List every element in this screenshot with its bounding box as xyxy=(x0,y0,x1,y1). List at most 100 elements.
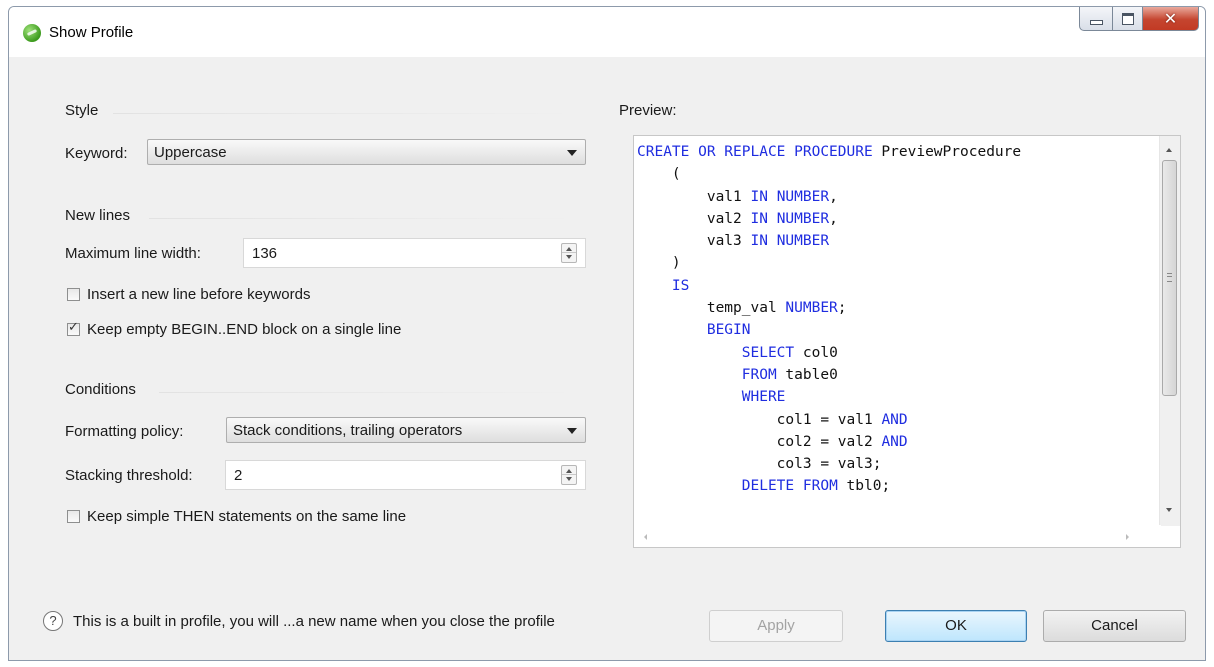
stepper-up-icon xyxy=(566,469,572,473)
max-line-width-stepper[interactable] xyxy=(561,243,577,263)
code-text: val1 xyxy=(637,188,751,205)
code-line: val3 IN NUMBER xyxy=(637,230,1021,252)
code-keyword: IN NUMBER xyxy=(750,188,830,205)
code-keyword: AND xyxy=(881,433,908,450)
code-keyword: IN NUMBER xyxy=(750,233,830,250)
code-line: CREATE OR REPLACE PROCEDURE PreviewProce… xyxy=(637,141,1021,163)
code-line: BEGIN xyxy=(637,319,1021,341)
dialog-content: Style Keyword: Uppercase New lines Maxim… xyxy=(9,57,1205,660)
scroll-down-icon[interactable] xyxy=(1166,508,1172,512)
code-line: IS xyxy=(637,275,1021,297)
chevron-down-icon xyxy=(567,428,577,434)
scroll-left-icon[interactable] xyxy=(644,534,647,540)
stepper-up-icon xyxy=(566,247,572,251)
code-keyword: FROM xyxy=(741,366,777,383)
stepper-down-icon xyxy=(566,477,572,481)
formatting-policy-value: Stack conditions, trailing operators xyxy=(233,422,463,439)
conditions-section-title: Conditions xyxy=(65,381,136,398)
code-line: temp_val NUMBER; xyxy=(637,297,1021,319)
keyword-select-value: Uppercase xyxy=(154,144,227,161)
code-text: PreviewProcedure xyxy=(872,144,1022,160)
title-bar: Show Profile ✕ xyxy=(9,7,1205,57)
help-icon[interactable]: ? xyxy=(43,611,63,631)
help-message: This is a built in profile, you will ...… xyxy=(73,613,555,630)
stepper-divider xyxy=(562,474,576,475)
code-text: col2 = val2 xyxy=(637,433,882,450)
code-text: col3 = val3; xyxy=(637,456,882,473)
code-text: , xyxy=(829,210,838,227)
code-text: table0 xyxy=(776,366,838,383)
close-button[interactable]: ✕ xyxy=(1143,7,1199,31)
keyword-label: Keyword: xyxy=(65,145,128,162)
max-line-width-input[interactable]: 136 xyxy=(243,238,586,268)
stacking-threshold-stepper[interactable] xyxy=(561,465,577,485)
newlines-section-divider xyxy=(149,218,583,219)
window-controls: ✕ xyxy=(1079,7,1199,31)
keep-then-label: Keep simple THEN statements on the same … xyxy=(87,508,407,525)
max-line-width-label: Maximum line width: xyxy=(65,245,201,262)
keep-empty-block-label: Keep empty BEGIN..END block on a single … xyxy=(87,321,402,338)
close-icon: ✕ xyxy=(1163,8,1178,28)
minimize-icon xyxy=(1089,20,1103,25)
stepper-down-icon xyxy=(566,255,572,259)
stepper-divider xyxy=(562,252,576,253)
code-text: ) xyxy=(637,255,681,272)
window-title: Show Profile xyxy=(49,24,134,41)
newlines-section-title: New lines xyxy=(65,207,131,224)
code-keyword: NUMBER xyxy=(785,300,838,317)
keyword-select[interactable]: Uppercase xyxy=(147,139,586,165)
formatting-policy-label: Formatting policy: xyxy=(65,423,184,440)
maximize-button[interactable] xyxy=(1113,7,1143,31)
code-keyword: DELETE FROM xyxy=(741,478,838,495)
scroll-up-icon[interactable] xyxy=(1166,148,1172,152)
code-keyword: WHERE xyxy=(741,389,786,406)
keep-then-checkbox[interactable] xyxy=(67,510,80,523)
chevron-down-icon xyxy=(567,150,577,156)
preview-code: CREATE OR REPLACE PROCEDURE PreviewProce… xyxy=(637,141,1021,498)
code-text: , xyxy=(829,188,838,205)
style-section-title: Style xyxy=(65,102,99,119)
code-text: tbl0; xyxy=(837,478,891,495)
code-text: ; xyxy=(837,300,847,317)
conditions-section-divider xyxy=(159,392,583,393)
code-keyword: CREATE OR REPLACE PROCEDURE xyxy=(637,144,873,160)
code-line: val1 IN NUMBER, xyxy=(637,186,1021,208)
insert-newline-checkbox[interactable] xyxy=(67,288,80,301)
preview-pane[interactable]: CREATE OR REPLACE PROCEDURE PreviewProce… xyxy=(633,135,1181,548)
horizontal-scrollbar[interactable] xyxy=(634,525,1161,547)
checkmark-icon: ✓ xyxy=(68,320,79,335)
code-line: DELETE FROM tbl0; xyxy=(637,475,1021,497)
ok-button[interactable]: OK xyxy=(885,610,1027,642)
code-line: ) xyxy=(637,252,1021,274)
show-profile-dialog: Show Profile ✕ Style Keyword: Uppercase … xyxy=(8,6,1206,661)
scroll-thumb[interactable] xyxy=(1162,160,1177,396)
code-keyword: BEGIN xyxy=(706,322,751,339)
code-text: temp_val xyxy=(637,300,786,317)
stacking-threshold-input[interactable]: 2 xyxy=(225,460,586,490)
code-keyword: IN NUMBER xyxy=(750,210,830,227)
keep-empty-block-checkbox[interactable]: ✓ xyxy=(67,320,80,336)
app-logo-icon xyxy=(23,24,41,42)
stacking-threshold-label: Stacking threshold: xyxy=(65,467,193,484)
code-keyword: AND xyxy=(881,411,908,428)
formatting-policy-select[interactable]: Stack conditions, trailing operators xyxy=(226,417,586,443)
insert-newline-label: Insert a new line before keywords xyxy=(87,286,311,303)
code-line: SELECT col0 xyxy=(637,342,1021,364)
code-text: col0 xyxy=(794,344,838,361)
code-text: val2 xyxy=(637,210,751,227)
scroll-right-icon[interactable] xyxy=(1126,534,1129,540)
apply-button[interactable]: Apply xyxy=(709,610,843,642)
style-section-divider xyxy=(113,113,583,114)
vertical-scrollbar[interactable] xyxy=(1159,136,1180,526)
max-line-width-value: 136 xyxy=(252,245,278,262)
cancel-button[interactable]: Cancel xyxy=(1043,610,1186,642)
code-line: col3 = val3; xyxy=(637,453,1021,475)
maximize-icon xyxy=(1121,12,1134,25)
minimize-button[interactable] xyxy=(1079,7,1113,31)
